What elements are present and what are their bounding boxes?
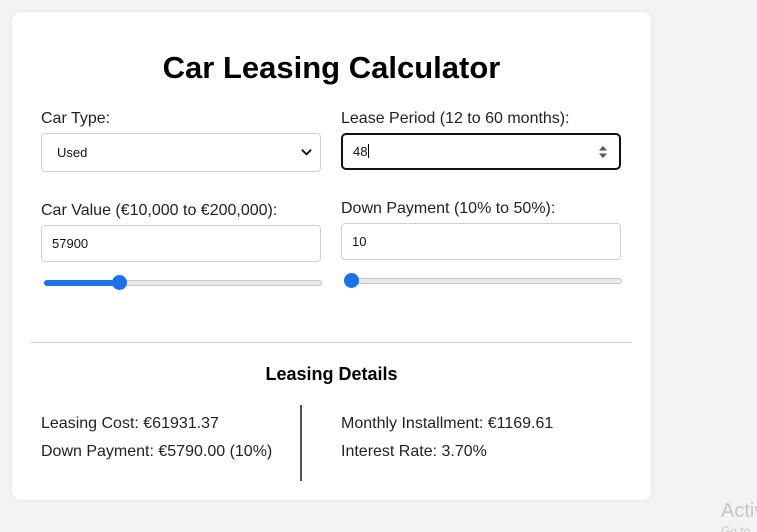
down-payment-slider[interactable] — [344, 272, 622, 290]
down-payment-input[interactable]: 10 — [341, 223, 621, 260]
page-title: Car Leasing Calculator — [162, 50, 501, 85]
lease-period-label: Lease Period (12 to 60 months): — [341, 110, 570, 127]
lease-period-input[interactable]: 48 — [341, 133, 621, 170]
calculator-card: Car Leasing Calculator Car Type: Used Le… — [12, 12, 651, 500]
down-payment-amount-text: Down Payment: €5790.00 (10%) — [41, 443, 273, 460]
interest-rate-text: Interest Rate: 3.70% — [341, 443, 487, 460]
chevron-down-icon — [301, 149, 312, 156]
activation-watermark-sub: Go to — [721, 524, 751, 532]
car-value-slider[interactable] — [44, 274, 322, 292]
leasing-details-title: Leasing Details — [265, 364, 398, 384]
section-divider — [31, 342, 632, 343]
lease-period-value: 48 — [353, 144, 368, 159]
activation-watermark: Activ — [721, 500, 757, 522]
car-value-label: Car Value (€10,000 to €200,000): — [41, 202, 278, 219]
spinner-arrows-icon[interactable] — [597, 145, 609, 159]
car-type-label: Car Type: — [41, 110, 111, 127]
slider-fill — [44, 280, 119, 286]
down-payment-value: 10 — [352, 234, 367, 249]
car-type-select[interactable]: Used — [41, 133, 321, 172]
slider-track — [344, 278, 622, 284]
leasing-cost-text: Leasing Cost: €61931.37 — [41, 415, 219, 432]
text-caret — [368, 144, 370, 158]
details-vertical-divider — [300, 405, 302, 481]
car-type-value: Used — [57, 145, 88, 160]
car-value-value: 57900 — [52, 236, 89, 251]
car-value-input[interactable]: 57900 — [41, 225, 321, 262]
down-payment-label: Down Payment (10% to 50%): — [341, 200, 556, 217]
slider-thumb[interactable] — [344, 273, 359, 288]
slider-thumb[interactable] — [111, 275, 127, 290]
monthly-installment-text: Monthly Installment: €1169.61 — [341, 415, 554, 432]
